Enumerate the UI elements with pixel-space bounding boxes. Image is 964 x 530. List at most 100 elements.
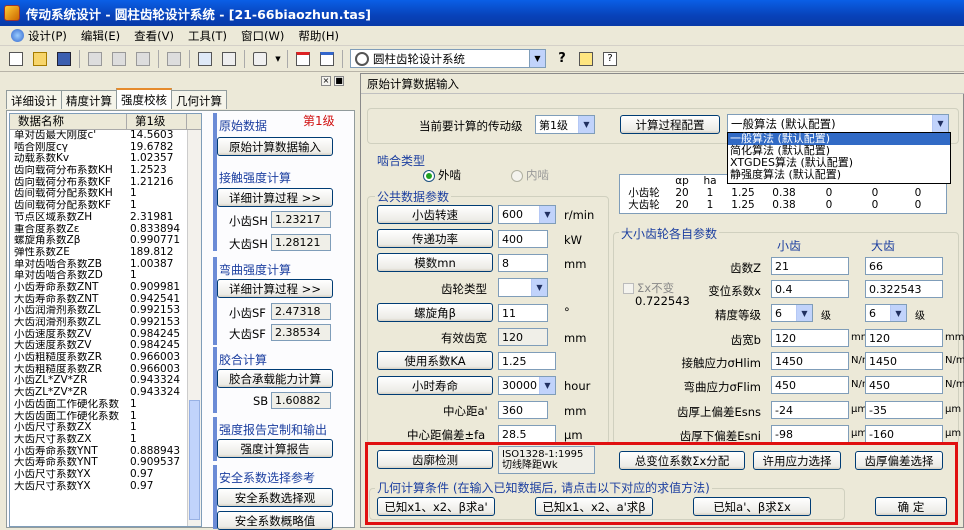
gear-type-select[interactable]: ▼ <box>498 278 548 297</box>
small-gear-input[interactable]: 1450 <box>771 352 849 370</box>
speed-button[interactable]: 小齿转速 <box>377 205 493 224</box>
layout-icon[interactable] <box>317 49 337 69</box>
col-header-name[interactable]: 数据名称 <box>10 114 127 129</box>
open-folder-icon[interactable] <box>30 49 50 69</box>
speed-input[interactable]: 600 ▼ <box>498 205 556 224</box>
save-icon[interactable] <box>54 49 74 69</box>
power-input[interactable]: 400 <box>498 230 548 248</box>
geom-method3-button[interactable]: 已知a'、β求Σx <box>693 497 811 516</box>
orig-input-button[interactable]: 原始计算数据输入 <box>217 137 333 156</box>
algorithm-select[interactable]: 一般算法 (默认配置) ▼ <box>727 114 949 133</box>
context-help-icon[interactable] <box>576 49 596 69</box>
about-icon[interactable]: ? <box>600 49 620 69</box>
calc-icon[interactable] <box>195 49 215 69</box>
small-gear-input[interactable]: -98 <box>771 425 849 443</box>
table-row[interactable]: 大齿齿面工作硬化系数 1 <box>10 410 201 423</box>
glue-calc-button[interactable]: 胶合承载能力计算 <box>217 369 333 388</box>
ka-button[interactable]: 使用系数KA <box>377 351 493 370</box>
small-gear-input[interactable]: 6 ▼ <box>771 304 813 322</box>
total-shift-button[interactable]: 总变位系数Σx分配 <box>619 451 745 470</box>
tab-precision[interactable]: 精度计算 <box>61 90 117 109</box>
system-select[interactable]: 圆柱齿轮设计系统 ▼ <box>350 49 546 68</box>
table-row[interactable]: 单对齿啮合系数ZB 1.00387 <box>10 258 201 271</box>
center-dev-input[interactable]: 28.5 <box>498 425 556 443</box>
big-gear-input[interactable]: 120 <box>865 329 943 347</box>
big-gear-input[interactable]: 6 ▼ <box>865 304 907 322</box>
menu-design[interactable]: 设计(P) <box>4 28 74 44</box>
help-pointer-icon[interactable]: ? <box>552 49 572 69</box>
grid-scrollbar[interactable] <box>187 130 201 526</box>
safety-overview-button[interactable]: 安全系数概略值 <box>217 511 333 530</box>
dropdown-arrow-icon[interactable]: ▼ <box>274 49 282 69</box>
table-row[interactable]: 大齿尺寸系数YX 0.97 <box>10 480 201 493</box>
big-gear-input[interactable]: 1450 <box>865 352 943 370</box>
internal-radio[interactable]: 内啮 <box>511 167 549 183</box>
allow-stress-button[interactable]: 许用应力选择 <box>753 451 841 470</box>
tab-detail-design[interactable]: 详细设计 <box>6 90 62 109</box>
ka-input[interactable]: 1.25 <box>498 352 556 370</box>
big-gear-input[interactable]: 66 <box>865 257 943 275</box>
table-row[interactable]: 齿向载荷分布系数KF 1.21216 <box>10 176 201 189</box>
ok-button[interactable]: 确 定 <box>875 497 947 516</box>
print-icon[interactable] <box>164 49 184 69</box>
table-row[interactable]: 弹性系数ZE 189.812 <box>10 246 201 259</box>
table-row[interactable]: 齿向载荷分布系数KH 1.2523 <box>10 164 201 177</box>
contact-detail-button[interactable]: 详细计算过程 >> <box>217 188 333 207</box>
col-header-stage[interactable]: 第1级 <box>127 114 187 129</box>
menu-edit[interactable]: 编辑(E) <box>74 28 127 44</box>
big-gear-input[interactable]: 0.322543 <box>865 280 943 298</box>
stage-select[interactable]: 第1级 ▼ <box>535 115 595 134</box>
small-gear-input[interactable]: 120 <box>771 329 849 347</box>
big-gear-input[interactable]: -160 <box>865 425 943 443</box>
life-input[interactable]: 30000 ▼ <box>498 376 556 395</box>
small-gear-input[interactable]: 0.4 <box>771 280 849 298</box>
table-row[interactable]: 单对齿最大刚度c' 14.5603 <box>10 129 201 142</box>
tab-strength[interactable]: 强度校核 <box>116 88 172 109</box>
table-row[interactable]: 小齿尺寸系数YX 0.97 <box>10 468 201 481</box>
table-row[interactable]: 大齿ZL*ZV*ZR 0.943324 <box>10 386 201 399</box>
big-gear-input[interactable]: 450 <box>865 376 943 394</box>
tab-geometry[interactable]: 几何计算 <box>171 90 227 109</box>
pin-icon[interactable]: ■ <box>334 76 344 86</box>
helix-button[interactable]: 螺旋角β <box>377 303 493 322</box>
menu-tools[interactable]: 工具(T) <box>181 28 234 44</box>
big-gear-input[interactable]: -35 <box>865 401 943 419</box>
new-file-icon[interactable] <box>6 49 26 69</box>
small-gear-input[interactable]: 450 <box>771 376 849 394</box>
paste-icon[interactable] <box>133 49 153 69</box>
life-button[interactable]: 小时寿命 <box>377 376 493 395</box>
result-grid[interactable]: 数据名称 第1级 单对齿最大刚度c' 14.5603 啮合刚度cγ 19.6782 动载… <box>9 113 202 527</box>
geom-method1-button[interactable]: 已知x1、x2、β求a' <box>377 497 495 516</box>
table-row[interactable]: 小齿尺寸系数ZX 1 <box>10 421 201 434</box>
safety-select-button[interactable]: 安全系数选择观 <box>217 488 333 507</box>
table-row[interactable]: 齿间载荷分配系数KH 1 <box>10 188 201 200</box>
algorithm-dropdown-list[interactable]: 一般算法 (默认配置) 简化算法 (默认配置) XTGDES算法 (默认配置) … <box>727 132 951 184</box>
home-icon[interactable] <box>250 49 270 69</box>
table-row[interactable]: 小齿齿面工作硬化系数 1 <box>10 398 201 411</box>
table-row[interactable]: 小齿寿命系数ZNT 0.909981 <box>10 281 201 294</box>
dropdown-option[interactable]: 静强度算法 (默认配置) <box>728 169 950 181</box>
close-icon[interactable]: × <box>321 76 331 86</box>
thickness-dev-button[interactable]: 齿厚偏差选择 <box>855 451 943 470</box>
menu-window[interactable]: 窗口(W) <box>234 28 291 44</box>
power-button[interactable]: 传递功率 <box>377 229 493 248</box>
copy-icon[interactable] <box>109 49 129 69</box>
bend-detail-button[interactable]: 详细计算过程 >> <box>217 279 333 298</box>
small-gear-input[interactable]: -24 <box>771 401 849 419</box>
window-icon[interactable] <box>293 49 313 69</box>
table-row[interactable]: 大齿尺寸系数ZX 1 <box>10 433 201 446</box>
geom-method2-button[interactable]: 已知x1、x2、a'求β <box>535 497 653 516</box>
cut-icon[interactable] <box>85 49 105 69</box>
module-button[interactable]: 模数mn <box>377 253 493 272</box>
table-row[interactable]: 节点区域系数ZH 2.31981 <box>10 211 201 224</box>
report-button[interactable]: 强度计算报告 <box>217 439 333 458</box>
report-icon[interactable] <box>219 49 239 69</box>
scroll-thumb[interactable] <box>189 400 200 520</box>
center-input[interactable]: 360 <box>498 401 548 419</box>
menu-view[interactable]: 查看(V) <box>127 28 181 44</box>
config-button[interactable]: 计算过程配置 <box>620 115 720 134</box>
helix-input[interactable]: 11 <box>498 304 548 322</box>
menu-help[interactable]: 帮助(H) <box>291 28 346 44</box>
table-row[interactable]: 小齿粗糙度系数ZR 0.966003 <box>10 351 201 364</box>
small-gear-input[interactable]: 21 <box>771 257 849 275</box>
